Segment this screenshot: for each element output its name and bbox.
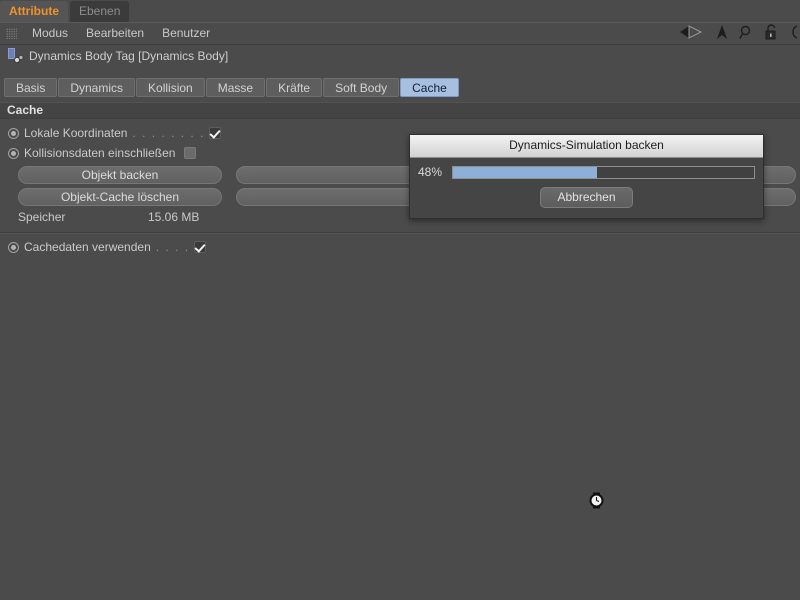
animate-bullet-icon[interactable] (8, 127, 19, 139)
object-header: Dynamics Body Tag [Dynamics Body] (0, 45, 800, 67)
search-icon[interactable] (739, 25, 754, 43)
menu-bar-icon-group (679, 24, 800, 43)
dock-tab-attribute[interactable]: Attribute (0, 1, 68, 22)
progress-row: 48% (410, 158, 763, 179)
attribute-tab-strip: Basis Dynamics Kollision Masse Kräfte So… (0, 77, 800, 98)
object-title: Dynamics Body Tag [Dynamics Body] (29, 49, 229, 63)
tab-cache[interactable]: Cache (400, 78, 459, 97)
tab-dynamics[interactable]: Dynamics (58, 78, 136, 97)
dynamics-body-tag-icon (5, 47, 27, 65)
checkbox-cachedaten-verwenden[interactable] (193, 241, 206, 253)
checkbox-kollisionsdaten-einschliessen[interactable] (184, 147, 197, 159)
row-kollisionsdaten-einschliessen: Kollisionsdaten einschließen (8, 146, 197, 160)
dialog-title: Dynamics-Simulation backen (410, 135, 763, 158)
dialog-button-row: Abbrechen (410, 187, 763, 208)
dock-tab-ebenen[interactable]: Ebenen (70, 1, 130, 22)
tab-masse[interactable]: Masse (205, 78, 266, 97)
label-cachedaten-verwenden: Cachedaten verwenden (24, 240, 151, 254)
progress-bar-fill (453, 166, 598, 178)
objekt-backen-button[interactable]: Objekt backen (18, 166, 222, 184)
animate-bullet-icon[interactable] (8, 241, 19, 253)
label-speicher: Speicher (18, 210, 66, 224)
lock-open-icon[interactable] (764, 24, 778, 43)
menu-item-benutzer[interactable]: Benutzer (153, 23, 219, 44)
back-arrow-icon[interactable] (679, 25, 705, 42)
attribute-manager-window: Attribute Ebenen Modus Bearbeiten Benutz… (0, 0, 800, 600)
up-arrow-icon[interactable] (715, 24, 729, 43)
progress-percent-label: 48% (418, 165, 443, 179)
busy-watch-cursor (588, 492, 605, 509)
menu-item-modus[interactable]: Modus (23, 23, 77, 44)
value-speicher: 15.06 MB (148, 210, 200, 224)
row-lokale-koordinaten: Lokale Koordinaten . . . . . . . . (8, 126, 221, 140)
leader-dots: . . . . . . . . (132, 126, 205, 140)
animate-bullet-icon[interactable] (8, 147, 19, 159)
menu-item-bearbeiten[interactable]: Bearbeiten (77, 23, 153, 44)
tab-basis[interactable]: Basis (4, 78, 58, 97)
leader-dots: . . . . (155, 240, 190, 254)
row-cachedaten-verwenden: Cachedaten verwenden . . . . (8, 240, 206, 254)
checkbox-lokale-koordinaten[interactable] (208, 127, 221, 139)
tab-kollision[interactable]: Kollision (136, 78, 205, 97)
group-header-cache: Cache (0, 102, 800, 119)
bake-progress-dialog: Dynamics-Simulation backen 48% Abbrechen (409, 134, 764, 219)
tab-kraefte[interactable]: Kräfte (266, 78, 323, 97)
label-lokale-koordinaten: Lokale Koordinaten (24, 126, 128, 140)
label-kollisionsdaten-einschliessen: Kollisionsdaten einschließen (24, 146, 176, 160)
cancel-button[interactable]: Abbrechen (540, 187, 633, 208)
menu-bar: Modus Bearbeiten Benutzer (0, 22, 800, 45)
dotted-grip-icon[interactable] (6, 28, 17, 39)
objekt-cache-loeschen-button[interactable]: Objekt-Cache löschen (18, 188, 222, 206)
dock-tab-bar: Attribute Ebenen (0, 0, 800, 22)
circle-icon[interactable] (788, 24, 798, 43)
row-speicher: Speicher 15.06 MB (18, 210, 199, 224)
progress-bar (452, 165, 755, 179)
panel-divider (0, 232, 800, 234)
tab-soft-body[interactable]: Soft Body (323, 78, 400, 97)
